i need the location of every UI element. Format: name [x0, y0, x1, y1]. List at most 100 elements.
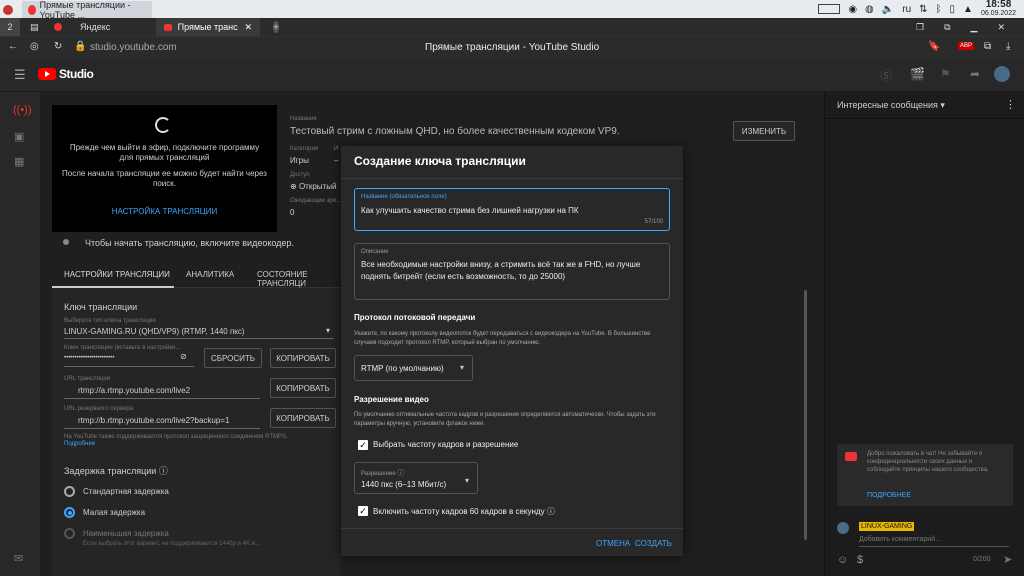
back-icon[interactable]: ← [8, 41, 18, 52]
close-window-icon[interactable]: ✕ [997, 22, 1005, 33]
edit-button[interactable]: ИЗМЕНИТЬ [733, 121, 795, 141]
latency-heading: Задержка трансляции ⓘ [64, 466, 168, 476]
network-icon[interactable]: ⇅ [919, 4, 927, 15]
volume-icon[interactable]: 🔈 [882, 4, 894, 15]
help-icon[interactable]: ⓘ [397, 470, 404, 477]
shield-icon[interactable]: ◎ [30, 41, 39, 52]
restore-icon[interactable]: ❐ [916, 22, 924, 33]
tabs-row: НАСТРОЙКИ ТРАНСЛЯЦИИ АНАЛИТИКА СОСТОЯНИЕ… [52, 262, 342, 288]
dollar-icon[interactable]: $ [857, 554, 863, 566]
latency-standard-radio[interactable] [64, 486, 75, 497]
emoji-icon[interactable]: ☺ [837, 554, 848, 566]
title-counter: 57/100 [644, 219, 663, 225]
latency-low-radio[interactable] [64, 507, 75, 518]
tab-stream-settings[interactable]: НАСТРОЙКИ ТРАНСЛЯЦИИ [64, 270, 170, 279]
url-value: rtmp://a.rtmp.youtube.com/live2 [78, 386, 191, 395]
discord-icon[interactable]: ◉ [848, 4, 857, 15]
share-icon[interactable]: ➦ [970, 67, 980, 81]
steam-icon[interactable]: ◍ [865, 4, 874, 15]
copy-url-button[interactable]: КОПИРОВАТЬ [270, 378, 336, 398]
skype-icon[interactable]: Ⓢ [880, 67, 892, 84]
fps60-checkbox[interactable]: ✓ [358, 506, 368, 516]
dropdown-arrow-icon[interactable]: ▾ [326, 326, 330, 335]
window-controls: ❐ ⧉ ▁ ✕ [908, 18, 1013, 36]
chat-panel: Интересные сообщения ▾ ⋮ Добро пожаловат… [824, 92, 1024, 576]
flag-icon[interactable]: ⚑ [940, 67, 951, 81]
tab-youtube-studio[interactable]: Прямые трансляции - YouTube Studio ✕ [156, 18, 260, 36]
adblock-icon[interactable]: ABP [958, 42, 975, 50]
download-icon[interactable]: ⤓ [1006, 41, 1010, 52]
window-taskbar-item[interactable]: Прямые трансляции - YouTube ... [22, 0, 152, 20]
language-indicator[interactable]: ru [902, 4, 911, 15]
rtmps-note: На YouTube также поддерживается протокол… [64, 434, 288, 440]
close-tab-icon[interactable]: ✕ [244, 22, 252, 33]
reset-button[interactable]: СБРОСИТЬ [204, 348, 262, 368]
tray-arrow-icon[interactable]: ▲ [963, 4, 973, 15]
window-title: Прямые трансляции - YouTube ... [39, 0, 131, 20]
stream-title: Тестовый стрим с ложным QHD, но более ка… [290, 126, 620, 137]
latency-lowest-radio[interactable] [64, 528, 75, 539]
scrollbar[interactable] [804, 290, 807, 540]
protocol-select[interactable]: RTMP (по умолчанию) ▾ [354, 355, 473, 381]
clapper-icon[interactable]: 🎬 [910, 67, 925, 81]
tabs-menu-icon[interactable]: ▤ [22, 18, 44, 36]
hide-eye-icon[interactable]: ⊘ [180, 352, 187, 361]
backup-url-label: URL резервного сервера [64, 406, 134, 412]
latency-low-label: Малая задержка [83, 508, 146, 517]
chat-more-link[interactable]: ПОДРОБНЕЕ [867, 492, 911, 499]
protocol-text: Укажите, по какому протоколу видеопоток … [354, 331, 651, 346]
page-title: Прямые трансляции - YouTube Studio [425, 42, 600, 53]
studio-logo[interactable]: Studio [38, 67, 94, 81]
category-label: Категория [290, 146, 319, 152]
welcome-text: Добро пожаловать в чат! Не забывайте о к… [867, 451, 989, 473]
bookmark-icon[interactable]: 🔖 [928, 41, 940, 52]
access-value: ⊕ Открытый [290, 182, 337, 191]
youtube-icon [164, 23, 172, 31]
minimize-icon[interactable]: ▁ [971, 22, 978, 33]
tab-analytics[interactable]: АНАЛИТИКА [186, 270, 234, 279]
send-icon[interactable]: ➤ [1003, 553, 1012, 566]
tab-stream-health[interactable]: СОСТОЯНИЕ ТРАНСЛЯЦИ [257, 270, 342, 288]
manual-resolution-checkbox[interactable]: ✓ [358, 440, 368, 450]
chat-mode-select[interactable]: Интересные сообщения ▾ [837, 100, 945, 111]
cancel-button[interactable]: ОТМЕНА [596, 539, 630, 548]
stream-settings-link[interactable]: НАСТРОЙКА ТРАНСЛЯЦИИ [62, 207, 267, 216]
clock[interactable]: 18:58 06.09.2022 [981, 0, 1016, 18]
resolution-select[interactable]: Разрешение ⓘ 1440 пкс (6–13 Мбит/с) ▾ [354, 462, 478, 494]
left-rail: ((•)) ▣ ▦ ✉ [0, 92, 40, 576]
viewers-value: 0 [290, 208, 295, 217]
hamburger-icon[interactable]: ☰ [14, 67, 26, 83]
create-button[interactable]: СОЗДАТЬ [635, 539, 672, 548]
avatar[interactable] [994, 66, 1010, 82]
copy-key-button[interactable]: КОПИРОВАТЬ [270, 348, 336, 368]
chat-input[interactable]: Добавить комментарий... [859, 536, 941, 543]
monitor-icon[interactable] [818, 4, 841, 14]
calendar-icon[interactable]: ▦ [14, 155, 24, 168]
pin-icon[interactable]: ⧉ [944, 22, 950, 33]
new-tab-button[interactable]: + [266, 18, 286, 36]
camera-icon[interactable]: ▣ [14, 130, 24, 143]
key-type-select[interactable]: LINUX-GAMING.RU (QHD/VP9) (RTMP, 1440 пк… [64, 327, 245, 336]
help-icon[interactable]: ⓘ [159, 466, 168, 476]
backup-url-value: rtmp://b.rtmp.youtube.com/live2?backup=1 [78, 416, 230, 425]
title-field[interactable]: Название (обязательное поле) Как улучшит… [354, 188, 670, 231]
more-vert-icon[interactable]: ⋮ [1005, 98, 1016, 111]
rtmps-more-link[interactable]: Подробнее [64, 441, 95, 447]
dialog-title: Создание ключа трансляции [354, 154, 526, 168]
reload-icon[interactable]: ↻ [54, 41, 62, 52]
feedback-icon[interactable]: ✉ [14, 552, 23, 565]
title-label: Название [290, 116, 317, 122]
help-icon[interactable]: ⓘ [547, 507, 555, 516]
copy-backup-button[interactable]: КОПИРОВАТЬ [270, 408, 336, 428]
description-field[interactable]: Описание Все необходимые настройки внизу… [354, 243, 670, 300]
bluetooth-icon[interactable]: ᛒ [936, 4, 942, 15]
battery-icon[interactable]: ▯ [950, 4, 956, 15]
url-field[interactable]: studio.youtube.com [90, 42, 177, 53]
tab-yandex[interactable]: Яндекс [46, 18, 154, 36]
workspace-indicator[interactable]: 2 [0, 18, 20, 36]
app-menu-icon[interactable] [0, 1, 18, 18]
live-icon[interactable]: ((•)) [13, 104, 32, 116]
category-value: Игры [290, 156, 309, 165]
chat-avatar [837, 522, 849, 534]
extension-icon[interactable]: ⧉ [984, 41, 991, 52]
